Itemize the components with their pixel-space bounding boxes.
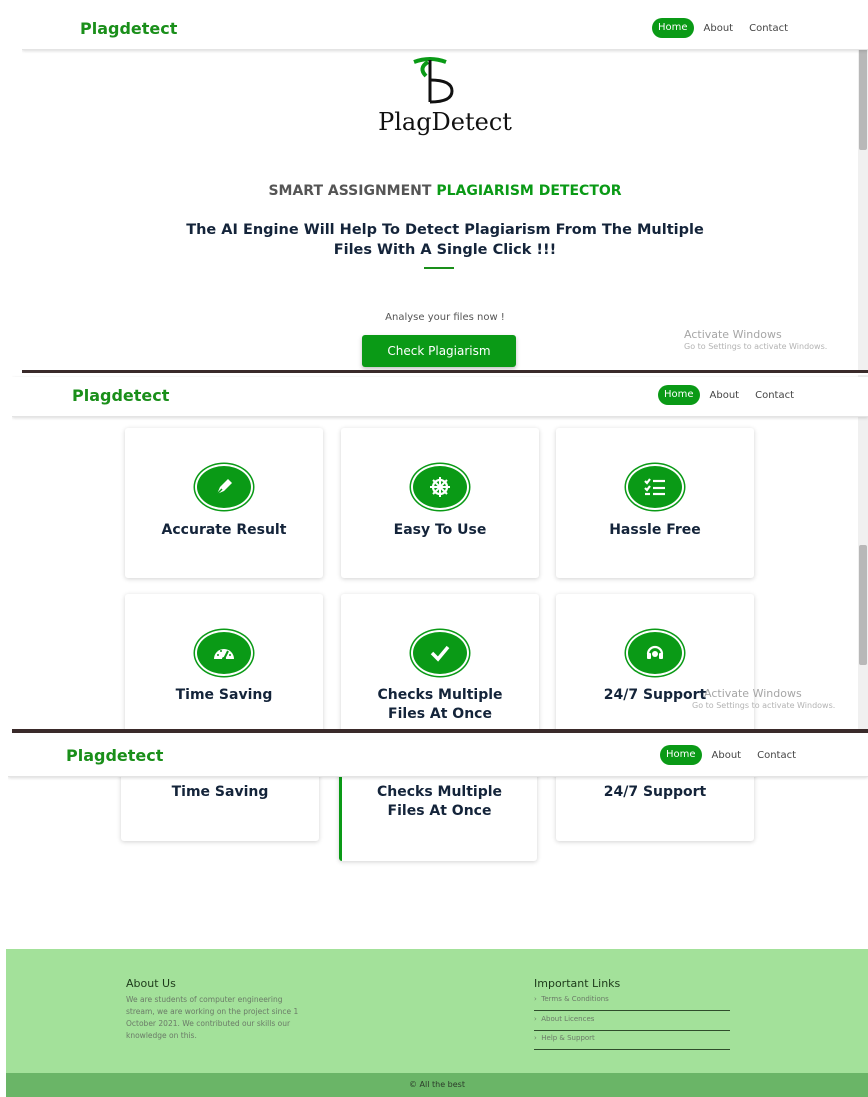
nav-contact[interactable]: Contact [755,390,794,401]
ship-wheel-icon [411,464,469,510]
about-us-line-1: We are students of computer engineering [126,995,283,1004]
feature-card-accurate-result[interactable]: Accurate Result [125,428,323,578]
footer-link-divider [534,1010,730,1011]
navbar: Plagdetect Home About Contact [8,737,868,777]
speedometer-icon [195,630,253,676]
site-footer: About Us We are students of computer eng… [6,949,868,1073]
check-plagiarism-button[interactable]: Check Plagiarism [362,335,516,367]
activate-windows-title: Activate Windows [684,328,782,341]
feature-title-line-1: Checks Multiple [376,784,503,800]
feature-title-line-2: Files At Once [387,803,492,819]
about-us-heading: About Us [126,977,176,990]
nav-links: Home About Contact [652,18,788,38]
feature-title: Checks Multiple Files At Once [342,783,537,821]
features-screenshot: Plagdetect Home About Contact Accurate R… [12,375,868,733]
vertical-scrollbar[interactable] [858,375,868,729]
about-us-line-4: knowledge on this. [126,1031,197,1040]
feature-card-time-saving[interactable]: Time Saving [125,594,323,733]
headline-line-1: The AI Engine Will Help To Detect Plagia… [186,222,704,238]
footer-link-label: About Licences [541,1015,595,1023]
feature-card-checks-multiple-files[interactable]: Checks Multiple Files At Once [341,594,539,733]
footer-link-label: Help & Support [541,1034,595,1042]
hero-divider [424,267,454,269]
checklist-icon [626,464,684,510]
screenshot-collage: Plagdetect Home About Contact PlagDetect… [0,0,868,1097]
feature-title: Accurate Result [161,522,287,538]
tagline-highlight: PLAGIARISM DETECTOR [436,183,622,199]
footer-link-label: Terms & Conditions [541,995,609,1003]
nav-links: Home About Contact [660,745,796,765]
footer-link-divider [534,1030,730,1031]
vertical-scrollbar[interactable] [858,10,868,370]
brand-logo-link[interactable]: Plagdetect [72,386,169,405]
feature-title-line-2: Files At Once [388,706,492,722]
analyse-text: Analyse your files now ! [385,312,505,323]
about-us-line-3: October 2021. We contributed our skills … [126,1019,291,1028]
feature-title: Checks Multiple Files At Once [341,686,539,724]
important-links-heading: Important Links [534,977,621,990]
footer-link-help[interactable]: › Help & Support [534,1034,595,1042]
feature-title: Time Saving [171,784,269,800]
feature-title-line-1: Checks Multiple [377,687,503,703]
nav-contact[interactable]: Contact [757,750,796,761]
hero-headline: The AI Engine Will Help To Detect Plagia… [22,220,868,260]
nav-contact[interactable]: Contact [749,23,788,34]
feature-card-support[interactable]: 24/7 Support [556,594,754,733]
activate-windows-subtitle: Go to Settings to activate Windows. [692,701,836,710]
scrollbar-thumb[interactable] [859,545,867,665]
footer-link-licences[interactable]: › About Licences [534,1015,594,1023]
taskbar-edge [12,729,868,733]
footer-link-divider [534,1049,730,1050]
activate-windows-subtitle: Go to Settings to activate Windows. [684,342,828,351]
nav-home[interactable]: Home [652,18,694,38]
headset-icon [626,630,684,676]
navbar: Plagdetect Home About Contact [12,377,868,417]
headline-line-2: Files With A Single Click !!! [333,242,557,258]
footer-link-terms[interactable]: › Terms & Conditions [534,995,609,1003]
pen-icon [195,464,253,510]
footer-copyright: © All the best [6,1073,868,1097]
about-us-line-2: stream, we are working on the project si… [126,1007,299,1016]
tagline-prefix: SMART ASSIGNMENT [268,183,437,199]
brand-logo-link[interactable]: Plagdetect [80,19,177,38]
about-us-text: We are students of computer engineering … [126,994,326,1042]
nav-about[interactable]: About [710,390,740,401]
feature-card-easy-to-use[interactable]: Easy To Use [341,428,539,578]
feature-title: Time Saving [175,687,273,703]
activate-windows-title: Activate Windows [704,687,802,700]
taskbar-edge [22,370,868,373]
hero-screenshot: Plagdetect Home About Contact PlagDetect… [22,10,868,373]
nav-home[interactable]: Home [658,385,700,405]
nav-about[interactable]: About [704,23,734,34]
feature-title: 24/7 Support [603,784,707,800]
checkmark-icon [411,630,469,676]
plagdetect-logo-icon [413,57,454,104]
brand-logo-link[interactable]: Plagdetect [66,746,163,765]
feature-title: Easy To Use [393,522,487,538]
nav-about[interactable]: About [712,750,742,761]
nav-links: Home About Contact [658,385,794,405]
navbar: Plagdetect Home About Contact [22,10,868,50]
feature-title: Hassle Free [609,522,701,538]
nav-home[interactable]: Home [660,745,702,765]
plagdetect-logo-text: PlagDetect [378,108,512,136]
hero-tagline: SMART ASSIGNMENT PLAGIARISM DETECTOR [22,183,868,199]
feature-card-hassle-free[interactable]: Hassle Free [556,428,754,578]
